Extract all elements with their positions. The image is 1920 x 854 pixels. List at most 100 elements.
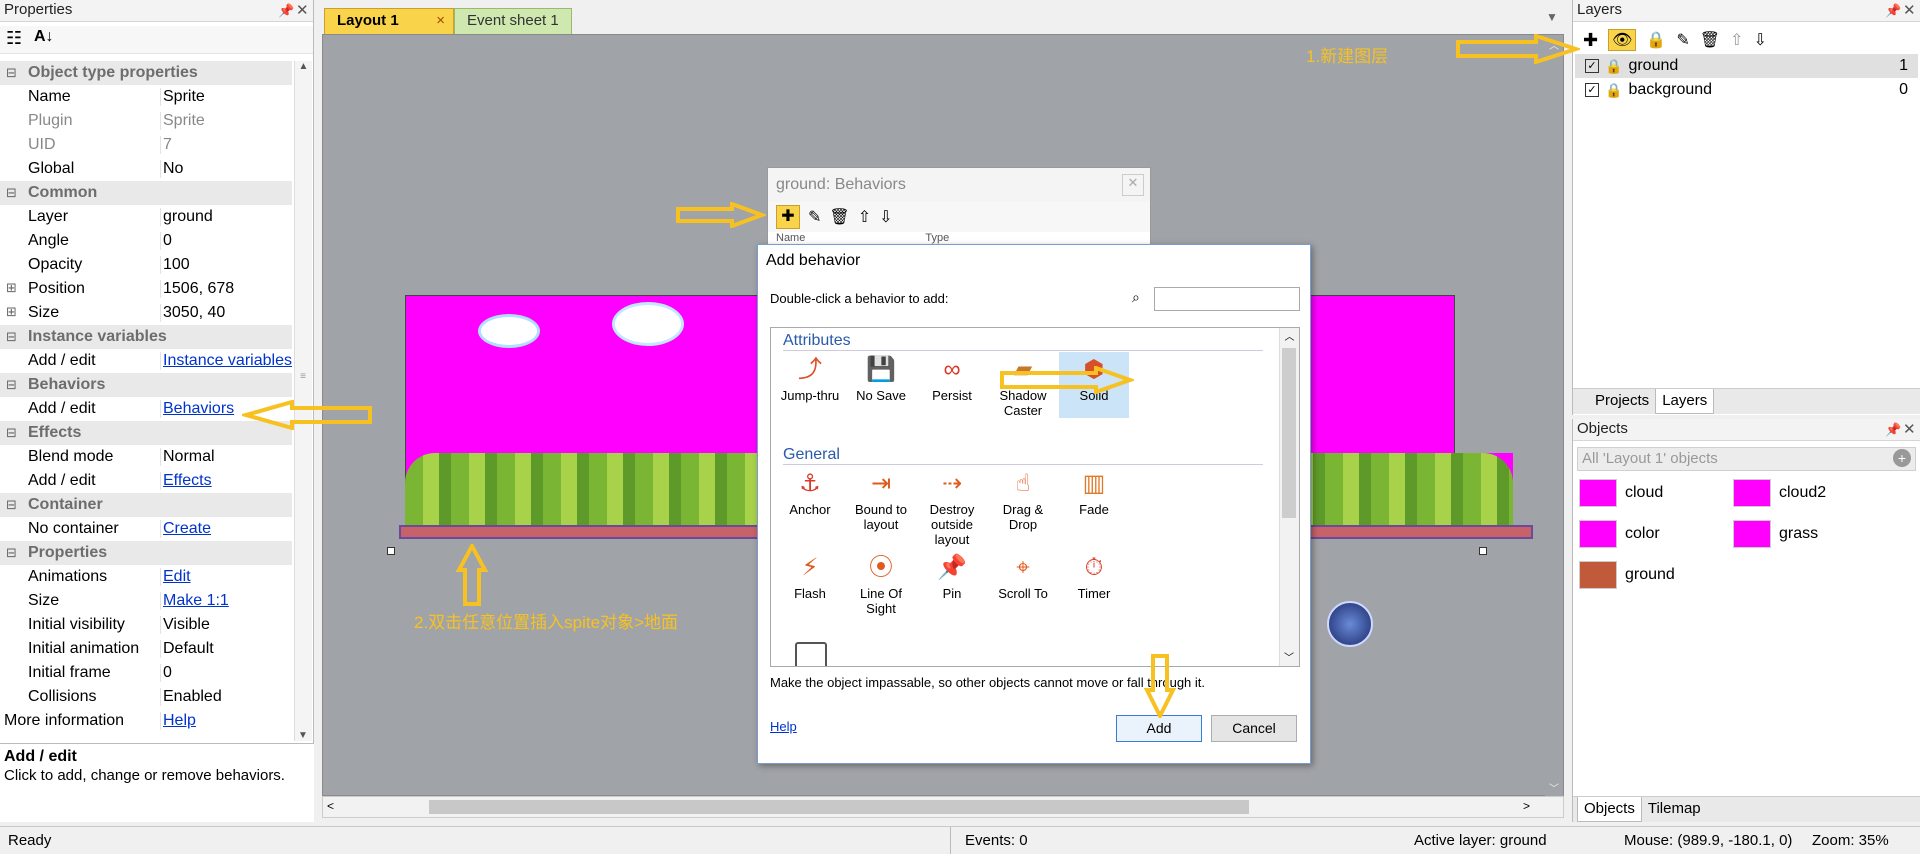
- property-row[interactable]: Size Make 1:1: [0, 589, 292, 613]
- edit-icon[interactable]: ✎: [1676, 30, 1689, 50]
- add-object-icon[interactable]: +: [1893, 449, 1911, 467]
- behavior-item[interactable]: ⦿ Line Of Sight: [846, 550, 916, 616]
- visibility-checkbox[interactable]: ✓: [1585, 83, 1599, 97]
- close-icon[interactable]: ✕: [1903, 420, 1916, 438]
- property-link[interactable]: Edit: [160, 568, 292, 586]
- layer-row[interactable]: ✓ 🔒 background 0: [1575, 78, 1918, 102]
- group-attributes: Attributes: [783, 332, 851, 349]
- tab-layers[interactable]: Layers: [1655, 389, 1715, 414]
- layers-title: Layers: [1573, 0, 1920, 22]
- search-input[interactable]: [1154, 287, 1300, 311]
- delete-icon[interactable]: 🗑: [829, 207, 849, 227]
- close-icon[interactable]: ✕: [296, 1, 309, 19]
- tab-label: Layout 1: [337, 12, 399, 29]
- canvas-vscrollbar[interactable]: ︿ ﹀: [1545, 35, 1563, 797]
- property-value: 3050, 40: [160, 304, 292, 322]
- close-icon[interactable]: ✕: [1903, 1, 1916, 19]
- behavior-item[interactable]: ⇢ Destroy outside layout: [917, 466, 987, 547]
- property-link[interactable]: Make 1:1: [160, 592, 292, 610]
- add-button[interactable]: Add: [1116, 715, 1202, 742]
- canvas-hscrollbar[interactable]: < >: [322, 796, 1564, 818]
- object-item[interactable]: grass: [1733, 518, 1818, 550]
- categorized-icon[interactable]: ☷: [6, 28, 22, 49]
- property-row[interactable]: No container Create: [0, 517, 292, 541]
- behavior-item[interactable]: 📌 Pin: [917, 550, 987, 601]
- behavior-item[interactable]: ☝ Drag & Drop: [988, 466, 1058, 532]
- behavior-item[interactable]: ∞ Persist: [917, 352, 987, 403]
- help-link[interactable]: Help: [770, 719, 797, 734]
- property-key: UID: [28, 136, 56, 153]
- property-row: Plugin Sprite: [0, 109, 292, 133]
- property-key: Initial animation: [28, 640, 140, 657]
- status-zoom: Zoom: 35%: [1812, 832, 1889, 849]
- resize-handle[interactable]: [1479, 547, 1487, 555]
- visibility-checkbox[interactable]: ✓: [1585, 59, 1599, 73]
- lock-icon[interactable]: 🔒: [1646, 30, 1666, 50]
- cancel-button[interactable]: Cancel: [1211, 715, 1297, 742]
- move-up-icon[interactable]: ⇧: [858, 207, 871, 227]
- delete-icon[interactable]: 🗑: [1700, 30, 1720, 50]
- behavior-item[interactable]: ⚡ Flash: [775, 550, 845, 601]
- behavior-item[interactable]: 💾 No Save: [846, 352, 916, 403]
- pin-icon[interactable]: 📌: [1885, 3, 1901, 19]
- add-behavior-icon[interactable]: ✚: [776, 205, 800, 229]
- pin-icon[interactable]: 📌: [278, 3, 294, 19]
- more-behavior-icon[interactable]: [795, 642, 827, 666]
- property-row[interactable]: Add / edit Effects: [0, 469, 292, 493]
- objects-filter[interactable]: All 'Layout 1' objects +: [1577, 447, 1916, 471]
- property-link[interactable]: Help: [160, 712, 292, 730]
- objects-title: Objects: [1573, 419, 1920, 441]
- add-layer-icon[interactable]: ✚: [1583, 30, 1598, 51]
- tab-tilemap[interactable]: Tilemap: [1642, 797, 1707, 822]
- property-row: Opacity 100: [0, 253, 292, 277]
- tab-projects[interactable]: Projects: [1573, 389, 1655, 414]
- tab-objects[interactable]: Objects: [1577, 797, 1642, 822]
- behavior-item[interactable]: ▥ Fade: [1059, 466, 1129, 517]
- list-scrollbar[interactable]: ︿ ﹀: [1279, 328, 1299, 666]
- property-link[interactable]: Instance variables: [160, 352, 292, 370]
- behavior-item[interactable]: ⤴ Jump-thru: [775, 352, 845, 403]
- property-key: Blend mode: [28, 448, 114, 465]
- tab-layout-1[interactable]: Layout 1 ×: [324, 8, 454, 34]
- behavior-item[interactable]: ⇥ Bound to layout: [846, 466, 916, 532]
- close-icon[interactable]: ✕: [1122, 174, 1144, 196]
- property-row[interactable]: Add / edit Instance variables: [0, 349, 292, 373]
- behavior-item[interactable]: ⌖ Scroll To: [988, 550, 1058, 601]
- eye-icon[interactable]: 👁: [1608, 29, 1637, 51]
- property-row-more-info[interactable]: More information Help: [0, 709, 292, 733]
- tab-event-sheet-1[interactable]: Event sheet 1: [454, 8, 572, 34]
- scroll-thumb[interactable]: [1282, 348, 1296, 518]
- scroll-left-icon[interactable]: <: [327, 799, 334, 813]
- behavior-label: Bound to layout: [854, 502, 908, 532]
- cloud2-sprite[interactable]: [615, 305, 681, 343]
- property-category: Container: [0, 493, 292, 517]
- status-events: Events: 0: [965, 832, 1028, 849]
- scroll-thumb[interactable]: [429, 800, 1249, 814]
- pin-icon[interactable]: 📌: [1885, 422, 1901, 438]
- group-divider: [783, 464, 1263, 465]
- property-row[interactable]: Animations Edit: [0, 565, 292, 589]
- object-item[interactable]: color: [1579, 518, 1660, 550]
- edit-icon[interactable]: ✎: [808, 207, 821, 227]
- cloud-sprite[interactable]: [481, 317, 537, 345]
- object-item[interactable]: cloud: [1579, 477, 1663, 509]
- property-link[interactable]: Effects: [160, 472, 292, 490]
- sort-az-icon[interactable]: A↓: [34, 28, 54, 46]
- scroll-to-icon: ⌖: [1016, 553, 1030, 581]
- move-down-icon[interactable]: ⇩: [1753, 30, 1766, 50]
- lock-icon[interactable]: 🔒: [1605, 82, 1622, 99]
- behavior-item[interactable]: ⏱ Timer: [1059, 550, 1129, 601]
- move-up-icon[interactable]: ⇧: [1730, 30, 1743, 50]
- property-link[interactable]: Create: [160, 520, 292, 538]
- lock-icon[interactable]: 🔒: [1605, 58, 1622, 75]
- close-tab-icon[interactable]: ×: [436, 9, 445, 33]
- behaviors-dialog-title: ground: Behaviors: [768, 168, 1150, 202]
- move-down-icon[interactable]: ⇩: [879, 207, 892, 227]
- object-item[interactable]: cloud2: [1733, 477, 1826, 509]
- scroll-right-icon[interactable]: >: [1523, 799, 1530, 813]
- resize-handle[interactable]: [387, 547, 395, 555]
- behavior-item[interactable]: ⚓ Anchor: [775, 466, 845, 517]
- tab-dropdown-icon[interactable]: ▼: [1546, 10, 1558, 24]
- object-item[interactable]: ground: [1579, 559, 1675, 591]
- layer-row[interactable]: ✓ 🔒 ground 1: [1575, 54, 1918, 78]
